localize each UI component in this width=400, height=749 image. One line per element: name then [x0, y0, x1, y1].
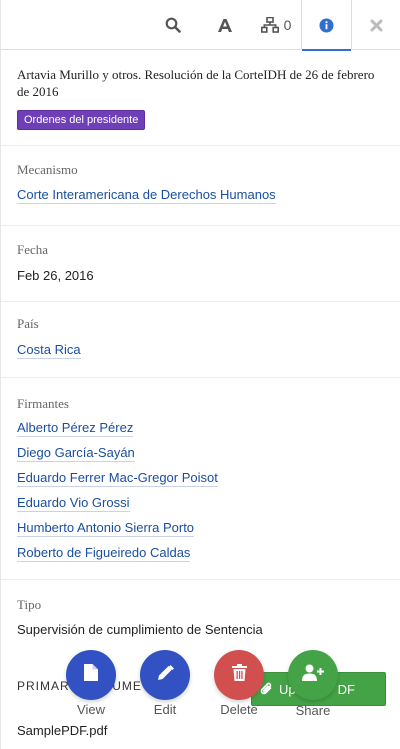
pencil-icon	[157, 664, 174, 686]
metadata-sidepanel: 0 Artavia Murillo y otros. Resolución de…	[0, 0, 400, 749]
view-label: View	[77, 702, 105, 717]
document-header: Artavia Murillo y otros. Resolución de l…	[1, 50, 400, 146]
firmantes-list: Alberto Pérez Pérez Diego García-Sayán E…	[17, 420, 389, 562]
template-badge: Ordenes del presidente	[17, 110, 146, 130]
document-title: Artavia Murillo y otros. Resolución de l…	[17, 67, 375, 99]
fecha-label: Fecha	[17, 242, 49, 257]
firmante-link[interactable]: Diego García-Sayán	[17, 445, 135, 462]
firmante-link[interactable]: Alberto Pérez Pérez	[17, 420, 134, 437]
close-button[interactable]	[359, 0, 393, 50]
firmante-link[interactable]: Roberto de Figueiredo Caldas	[17, 545, 191, 562]
upload-label-right: DF	[337, 681, 355, 697]
info-icon	[319, 18, 334, 33]
firmante-link[interactable]: Eduardo Vio Grossi	[17, 495, 130, 512]
font-button[interactable]	[207, 0, 243, 50]
firmante-link[interactable]: Humberto Antonio Sierra Porto	[17, 520, 195, 537]
pais-section: País Costa Rica	[1, 302, 400, 378]
pais-label: País	[17, 316, 39, 331]
pais-link[interactable]: Costa Rica	[17, 342, 81, 359]
mecanismo-link[interactable]: Corte Interamericana de Derechos Humanos	[17, 187, 276, 204]
connections-button[interactable]: 0	[253, 0, 299, 50]
edit-label: Edit	[153, 702, 177, 717]
file-icon	[84, 664, 98, 686]
font-icon	[217, 18, 233, 33]
firmantes-label: Firmantes	[17, 396, 69, 411]
close-icon	[370, 19, 383, 32]
fecha-value: Feb 26, 2016	[17, 268, 94, 283]
connections-count: 0	[283, 17, 292, 33]
mecanismo-label: Mecanismo	[17, 162, 78, 177]
delete-button[interactable]	[214, 650, 264, 700]
view-button[interactable]	[66, 650, 116, 700]
sidepanel-toolbar: 0	[1, 0, 400, 51]
search-icon	[165, 17, 181, 33]
info-tab[interactable]	[301, 0, 352, 51]
share-label: Share	[295, 703, 331, 718]
tipo-label: Tipo	[17, 597, 42, 612]
fecha-section: Fecha Feb 26, 2016	[1, 226, 400, 302]
trash-icon	[231, 664, 247, 686]
edit-button[interactable]	[140, 650, 190, 700]
tipo-value: Supervisión de cumplimiento de Sentencia	[17, 622, 263, 637]
search-button[interactable]	[155, 0, 191, 50]
delete-label: Delete	[220, 702, 258, 717]
mecanismo-section: Mecanismo Corte Interamericana de Derech…	[1, 146, 400, 226]
tipo-section: Tipo Supervisión de cumplimiento de Sent…	[1, 580, 400, 650]
user-plus-icon	[302, 664, 324, 686]
share-button[interactable]	[288, 650, 338, 700]
primary-document-filename[interactable]: SamplePDF.pdf	[17, 723, 107, 738]
firmantes-section: Firmantes Alberto Pérez Pérez Diego Garc…	[1, 378, 400, 580]
firmante-link[interactable]: Eduardo Ferrer Mac-Gregor Poisot	[17, 470, 218, 487]
sitemap-icon	[260, 17, 279, 33]
